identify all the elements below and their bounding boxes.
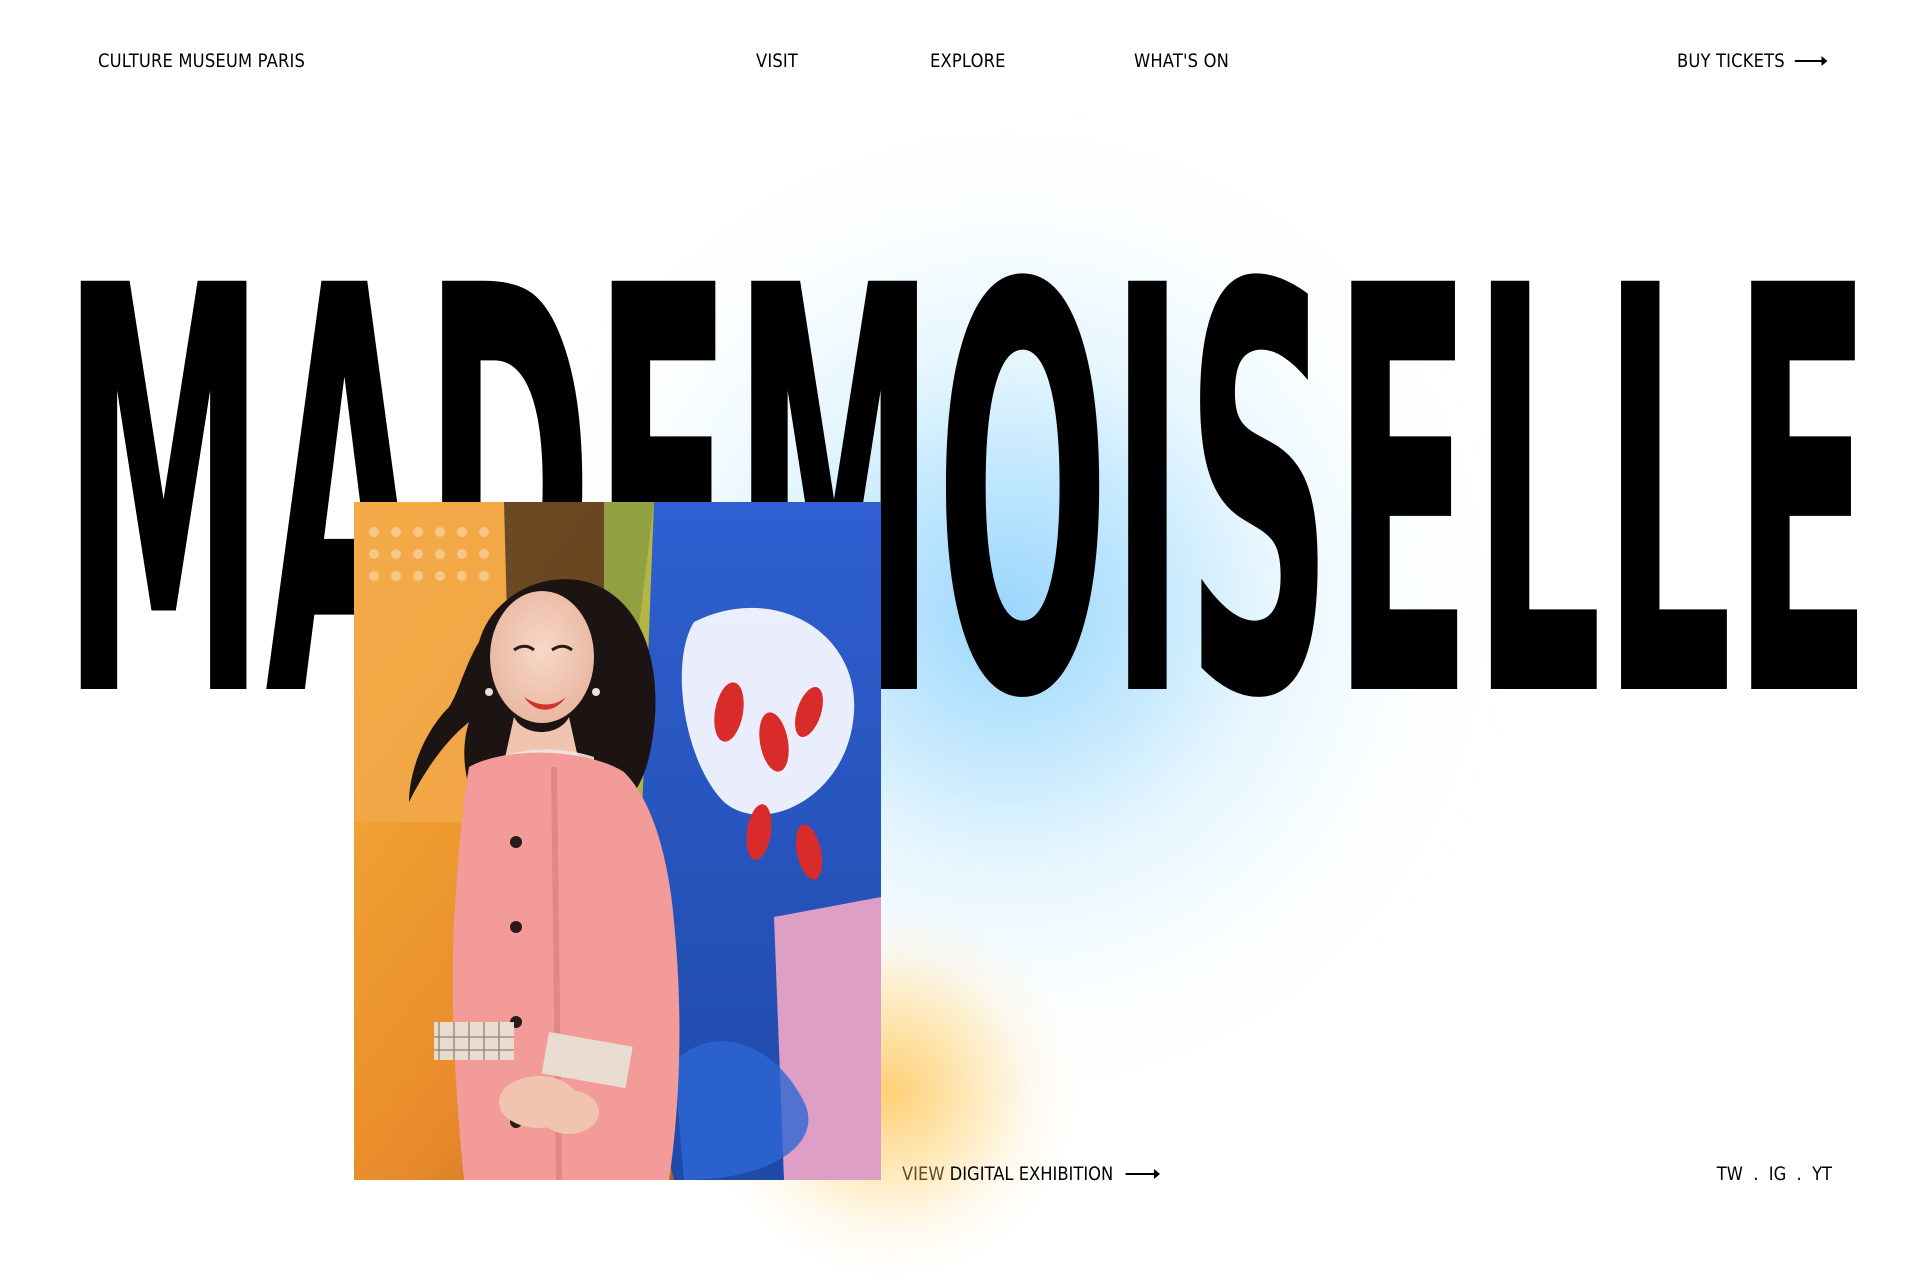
nav-link-explore[interactable]: EXPLORE — [930, 50, 1006, 72]
buy-tickets-label: BUY TICKETS — [1677, 50, 1785, 72]
hero-headline: MADEMOISELLE — [0, 0, 1920, 1230]
nav-link-visit[interactable]: VISIT — [756, 50, 798, 72]
brand-link[interactable]: CULTURE MUSEUM PARIS — [98, 50, 305, 72]
view-digital-exhibition-link[interactable]: VIEW DIGITAL EXHIBITION — [902, 1163, 1160, 1185]
social-link-twitter[interactable]: TW — [1717, 1163, 1743, 1185]
top-navigation: CULTURE MUSEUM PARIS VISIT EXPLORE WHAT'… — [0, 0, 1920, 130]
cta-label-part1: VIEW — [902, 1163, 945, 1185]
hero-photo — [354, 502, 881, 1180]
social-separator: . — [1796, 1163, 1802, 1185]
hero-headline-text: MADEMOISELLE — [62, 170, 1872, 822]
social-links: TW . IG . YT — [1717, 1163, 1832, 1185]
cta-label-part2: DIGITAL EXHIBITION — [949, 1163, 1114, 1185]
arrow-right-icon — [1795, 56, 1828, 66]
buy-tickets-link[interactable]: BUY TICKETS — [1677, 50, 1828, 72]
nav-link-whats-on[interactable]: WHAT'S ON — [1134, 50, 1229, 72]
social-separator: . — [1753, 1163, 1759, 1185]
arrow-right-icon — [1125, 1169, 1160, 1179]
social-link-instagram[interactable]: IG — [1769, 1163, 1786, 1185]
social-link-youtube[interactable]: YT — [1812, 1163, 1832, 1185]
